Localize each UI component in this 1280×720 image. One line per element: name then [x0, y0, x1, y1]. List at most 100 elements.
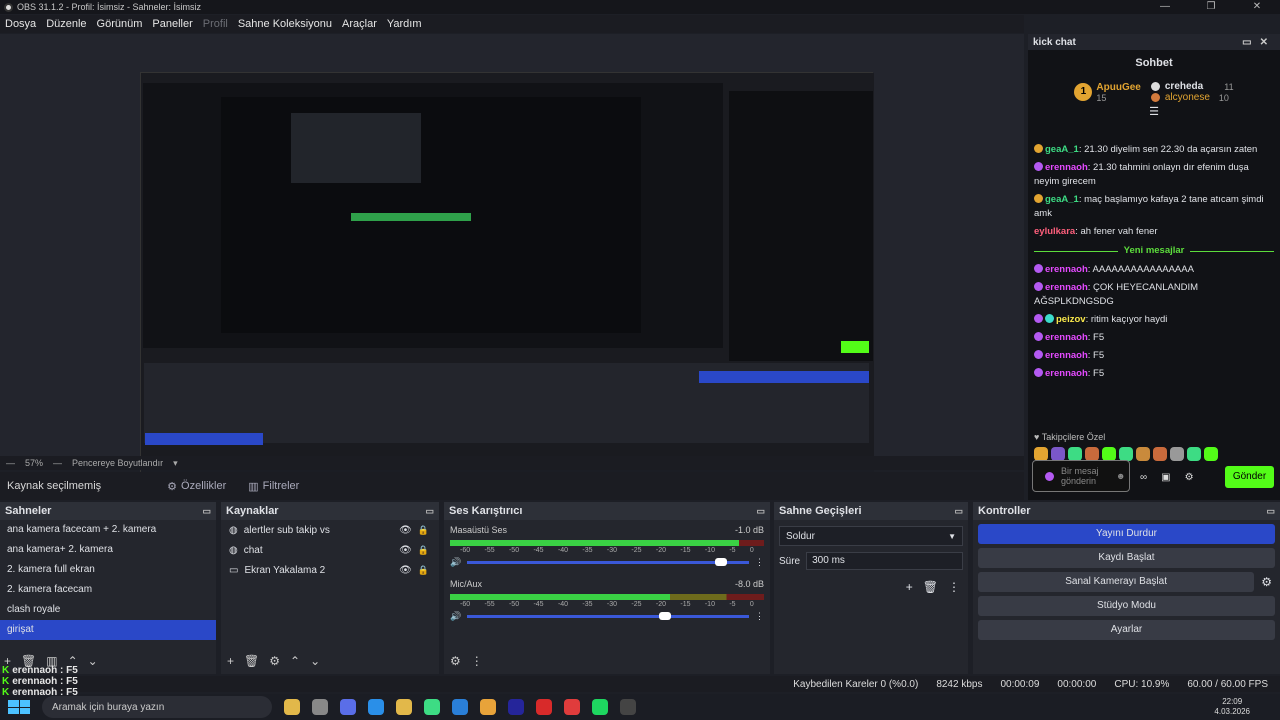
volume-slider[interactable]	[467, 558, 749, 566]
start-virtual-camera-button[interactable]: Sanal Kamerayı Başlat	[978, 572, 1255, 592]
emote-icon[interactable]	[1187, 447, 1201, 461]
scene-item[interactable]: 2. kamera facecam	[0, 580, 216, 600]
obs-icon[interactable]	[620, 699, 636, 715]
chrome-icon[interactable]	[480, 699, 496, 715]
preview-area[interactable]	[0, 34, 1024, 486]
emote-icon[interactable]	[1085, 447, 1099, 461]
opera-icon[interactable]	[536, 699, 552, 715]
menu-edit[interactable]: Düzenle	[41, 18, 91, 30]
chevron-up-icon[interactable]: ⌃	[290, 654, 300, 668]
task-view-icon[interactable]	[312, 699, 328, 715]
eye-icon[interactable]: 👁	[399, 545, 412, 556]
emoji-icon[interactable]: ☻	[1116, 471, 1125, 481]
source-item[interactable]: ◍ alertler sub takip vs 👁 🔒	[221, 520, 439, 540]
add-icon[interactable]: +	[227, 654, 234, 668]
send-button[interactable]: Gönder	[1225, 466, 1274, 488]
vivaldi-icon[interactable]	[564, 699, 580, 715]
menu-docks[interactable]: Paneller	[147, 18, 197, 30]
minimize-icon[interactable]: —	[1142, 0, 1188, 14]
kebab-icon[interactable]: ⋮	[755, 557, 764, 568]
add-icon[interactable]: +	[906, 580, 913, 594]
chat-username[interactable]: geaA_1	[1045, 144, 1079, 155]
menu-file[interactable]: Dosya	[0, 18, 41, 30]
close-icon[interactable]: ✕	[1234, 0, 1280, 14]
app-icon[interactable]	[340, 699, 356, 715]
taskbar-search[interactable]: Aramak için buraya yazın	[42, 696, 272, 718]
scene-item[interactable]: ana kamera facecam + 2. kamera	[0, 520, 216, 540]
duration-input[interactable]: 300 ms	[806, 552, 963, 570]
chevron-down-icon[interactable]: ⌄	[310, 654, 320, 668]
start-recording-button[interactable]: Kaydı Başlat	[978, 548, 1275, 568]
slider-knob[interactable]	[715, 558, 728, 566]
gear-icon[interactable]: ⚙	[450, 654, 461, 668]
chat-username[interactable]: peizov	[1056, 314, 1086, 325]
slider-knob[interactable]	[658, 612, 671, 620]
chat-username[interactable]: erennaoh	[1045, 282, 1088, 293]
chat-username[interactable]: erennaoh	[1045, 264, 1088, 275]
gear-icon[interactable]: ⚙	[1261, 575, 1272, 589]
chat-username[interactable]: eylulkara	[1034, 226, 1075, 237]
emote-icon[interactable]	[1051, 447, 1065, 461]
chevron-down-icon[interactable]: ⌄	[88, 654, 98, 668]
emote-icon[interactable]	[1170, 447, 1184, 461]
lock-icon[interactable]: 🔒	[418, 525, 429, 536]
clock[interactable]: 22:09 4.03.2026	[1214, 697, 1250, 717]
menu-scene-collection[interactable]: Sahne Koleksiyonu	[233, 18, 337, 30]
chevron-down-icon[interactable]: ▾	[173, 458, 178, 469]
zoom-mode[interactable]: Pencereye Boyutlandır	[72, 458, 163, 468]
undock-icon[interactable]: ▭	[756, 506, 765, 517]
source-item[interactable]: ▭ Ekran Yakalama 2 👁 🔒	[221, 560, 439, 580]
menu-icon[interactable]: ☰	[1028, 105, 1280, 118]
dock-controls[interactable]: ▭✕	[1242, 37, 1276, 48]
folder-icon[interactable]	[396, 699, 412, 715]
chat-input[interactable]: Bir mesaj gönderin ☻	[1032, 460, 1130, 492]
emote-icon[interactable]	[1034, 447, 1048, 461]
speaker-icon[interactable]: 🔊	[450, 611, 461, 622]
emote-icon[interactable]	[1119, 447, 1133, 461]
undock-icon[interactable]: ▭	[1266, 506, 1275, 517]
undock-icon[interactable]: ▭	[954, 506, 963, 517]
chat-username[interactable]: erennaoh	[1045, 162, 1088, 173]
gift-icon[interactable]: ▣	[1161, 472, 1170, 483]
chat-username[interactable]: geaA_1	[1045, 194, 1079, 205]
undock-icon[interactable]: ▭	[202, 506, 211, 517]
premiere-icon[interactable]	[508, 699, 524, 715]
stop-stream-button[interactable]: Yayını Durdur	[978, 524, 1275, 544]
eye-icon[interactable]: 👁	[399, 525, 412, 536]
zoom-in-icon[interactable]: —	[53, 458, 62, 468]
undock-icon[interactable]: ▭	[425, 506, 434, 517]
kebab-icon[interactable]: ⋮	[755, 611, 764, 622]
maximize-icon[interactable]: ❐	[1188, 0, 1234, 14]
emote-icon[interactable]	[1102, 447, 1116, 461]
copilot-icon[interactable]	[284, 699, 300, 715]
chat-username[interactable]: erennaoh	[1045, 332, 1088, 343]
eye-icon[interactable]: 👁	[399, 565, 412, 576]
scene-item-selected[interactable]: girişat	[0, 620, 216, 640]
emote-icon[interactable]	[1204, 447, 1218, 461]
filters-button[interactable]: ▥ Filtreler	[242, 476, 305, 497]
link-icon[interactable]: ∞	[1140, 472, 1147, 483]
emote-icon[interactable]	[1068, 447, 1082, 461]
menu-profile[interactable]: Profil	[198, 18, 233, 30]
kebab-icon[interactable]: ⋮	[471, 654, 483, 668]
chat-username[interactable]: erennaoh	[1045, 368, 1088, 379]
menu-help[interactable]: Yardım	[382, 18, 427, 30]
edge-icon[interactable]	[368, 699, 384, 715]
studio-mode-button[interactable]: Stüdyo Modu	[978, 596, 1275, 616]
trash-icon[interactable]: 🗑	[923, 580, 938, 594]
gear-icon[interactable]: ⚙	[269, 654, 280, 668]
speaker-icon[interactable]: 🔊	[450, 557, 461, 568]
menu-view[interactable]: Görünüm	[92, 18, 148, 30]
settings-icon[interactable]: ⚙	[1185, 472, 1194, 483]
chat-username[interactable]: erennaoh	[1045, 350, 1088, 361]
menu-tools[interactable]: Araçlar	[337, 18, 382, 30]
properties-button[interactable]: ⚙ Özellikler	[161, 476, 232, 497]
store-icon[interactable]	[424, 699, 440, 715]
windows-start-icon[interactable]	[8, 700, 30, 714]
transition-select[interactable]: Soldur ▼	[779, 526, 963, 546]
volume-slider[interactable]	[467, 612, 749, 620]
scene-item[interactable]: ana kamera+ 2. kamera	[0, 540, 216, 560]
kebab-icon[interactable]: ⋮	[948, 580, 960, 594]
source-item[interactable]: ◍ chat 👁 🔒	[221, 540, 439, 560]
lock-icon[interactable]: 🔒	[418, 545, 429, 556]
